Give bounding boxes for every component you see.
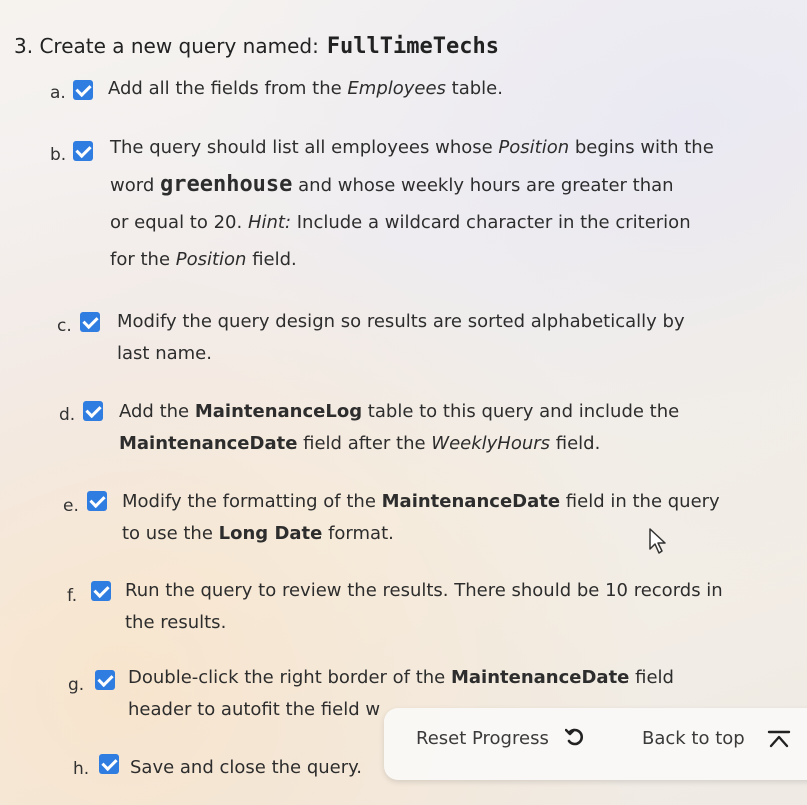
back-to-top-link[interactable]: Back to top: [642, 728, 745, 749]
checkbox-f-icon[interactable]: [91, 581, 111, 601]
checkbox-d-icon[interactable]: [83, 401, 103, 421]
step-f-text: Run the query to review the results. The…: [125, 580, 723, 633]
step-letter-f: f.: [67, 586, 78, 606]
step-letter-h: h.: [73, 759, 90, 779]
reset-progress-button[interactable]: Reset Progress: [416, 728, 549, 749]
checkbox-g-icon[interactable]: [95, 670, 115, 690]
task-number-text: 3. Create a new query named:: [14, 34, 319, 58]
step-letter-d: d.: [59, 405, 76, 425]
checkbox-c-icon[interactable]: [80, 312, 100, 332]
step-letter-a: a.: [50, 83, 66, 103]
step-d-text: Add the MaintenanceLog table to this que…: [119, 401, 680, 454]
mouse-cursor-icon: [649, 528, 666, 554]
reset-icon[interactable]: [565, 727, 585, 747]
step-b-text: The query should list all employees whos…: [110, 137, 714, 270]
checkbox-e-icon[interactable]: [87, 491, 107, 511]
step-h-text: Save and close the query.: [130, 757, 362, 778]
back-to-top-icon[interactable]: [767, 729, 791, 749]
query-name: FullTimeTechs: [326, 34, 499, 59]
checkbox-a-icon[interactable]: [73, 80, 93, 100]
step-letter-g: g.: [68, 675, 85, 695]
task-heading: 3. Create a new query named: FullTimeTech…: [14, 34, 499, 59]
checkbox-b-icon[interactable]: [73, 141, 93, 161]
step-letter-b: b.: [50, 145, 67, 165]
step-a-text: Add all the fields from the Employees ta…: [108, 78, 503, 99]
step-letter-e: e.: [63, 496, 79, 516]
checkbox-h-icon[interactable]: [99, 754, 119, 774]
step-e-text: Modify the formatting of the Maintenance…: [122, 491, 720, 544]
step-letter-c: c.: [57, 316, 72, 336]
step-c-text: Modify the query design so results are s…: [117, 311, 685, 364]
